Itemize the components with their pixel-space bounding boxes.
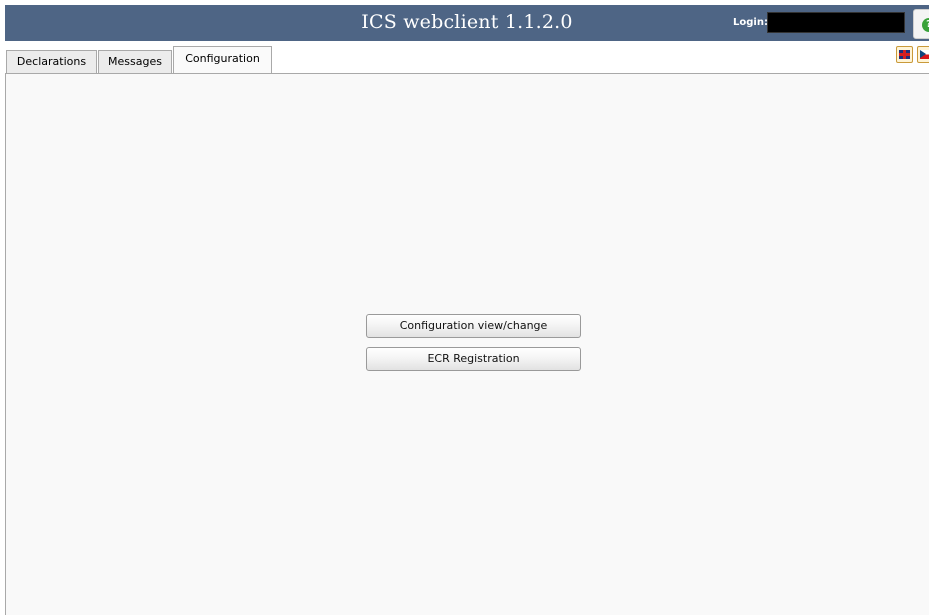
help-button[interactable]: ? — [913, 9, 929, 39]
app-header: ICS webclient 1.1.2.0 Login: ? — [5, 5, 929, 41]
login-field[interactable] — [767, 12, 905, 33]
tab-configuration[interactable]: Configuration — [173, 46, 272, 74]
configuration-view-change-button[interactable]: Configuration view/change — [366, 314, 581, 338]
help-icon: ? — [922, 18, 929, 32]
tab-bar: Declarations Messages Configuration — [5, 41, 929, 74]
uk-flag-icon[interactable] — [896, 46, 913, 63]
configuration-panel: Configuration view/change ECR Registrati… — [5, 74, 929, 615]
cz-flag-graphic — [920, 50, 929, 59]
tab-declarations[interactable]: Declarations — [6, 50, 97, 73]
uk-flag-graphic — [899, 50, 910, 59]
cz-flag-icon[interactable] — [917, 46, 929, 63]
tab-messages[interactable]: Messages — [98, 50, 172, 73]
login-label: Login: — [733, 17, 768, 28]
ecr-registration-button[interactable]: ECR Registration — [366, 347, 581, 371]
